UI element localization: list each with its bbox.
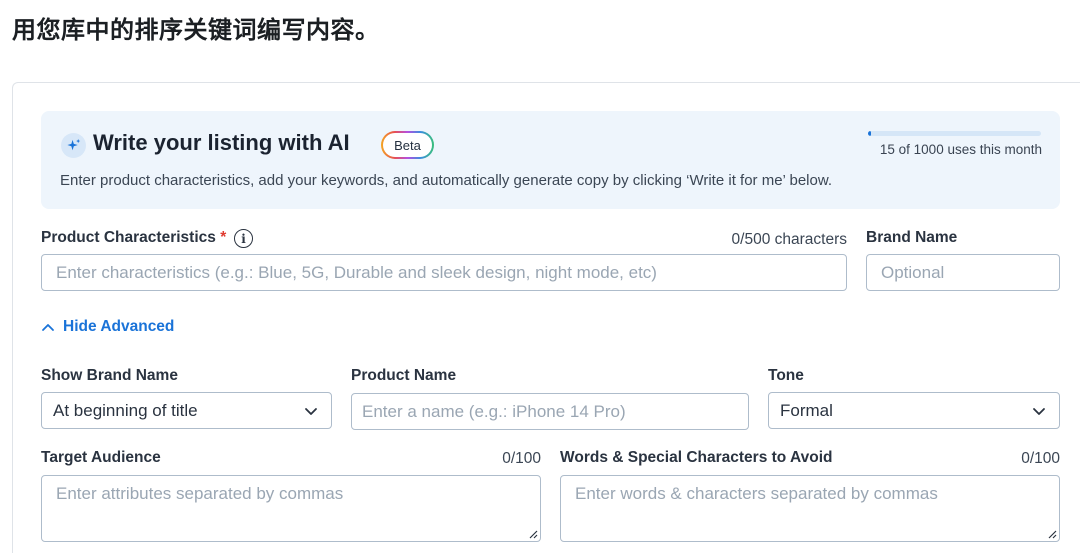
brand-name-input[interactable]: Optional: [866, 254, 1060, 291]
info-icon[interactable]: i: [234, 229, 253, 248]
tone-value: Formal: [780, 400, 833, 420]
show-brand-name-value: At beginning of title: [53, 400, 198, 420]
brand-name-placeholder: Optional: [881, 262, 945, 282]
words-to-avoid-textarea[interactable]: Enter words & characters separated by co…: [560, 475, 1060, 542]
product-name-input[interactable]: Enter a name (e.g.: iPhone 14 Pro): [351, 393, 749, 430]
beta-badge: Beta: [381, 131, 434, 159]
usage-progress-fill: [868, 131, 871, 136]
usage-progress-bar: [868, 131, 1041, 136]
sparkle-icon: [61, 133, 86, 158]
hide-advanced-label: Hide Advanced: [63, 318, 175, 335]
chevron-up-icon: [42, 324, 54, 331]
words-to-avoid-label: Words & Special Characters to Avoid: [560, 449, 833, 466]
ai-banner-description: Enter product characteristics, add your …: [60, 172, 833, 189]
show-brand-name-label: Show Brand Name: [41, 367, 178, 384]
ai-banner-title: Write your listing with AI: [93, 130, 350, 155]
words-to-avoid-counter: 0/100: [1021, 450, 1060, 467]
target-audience-label: Target Audience: [41, 449, 161, 466]
chevron-down-icon: [1033, 408, 1045, 415]
required-mark: *: [220, 229, 227, 246]
beta-badge-label: Beta: [383, 133, 432, 157]
tone-label: Tone: [768, 367, 804, 384]
ai-banner: [41, 111, 1060, 209]
product-name-label: Product Name: [351, 367, 457, 384]
hide-advanced-toggle[interactable]: Hide Advanced: [41, 318, 174, 336]
chevron-down-icon: [305, 408, 317, 415]
product-characteristics-counter: 0/500 characters: [731, 231, 847, 248]
product-name-placeholder: Enter a name (e.g.: iPhone 14 Pro): [362, 401, 626, 421]
tone-select[interactable]: Formal: [768, 392, 1060, 429]
target-audience-counter: 0/100: [502, 450, 541, 467]
target-audience-placeholder: Enter attributes separated by commas: [56, 484, 344, 503]
page-heading: 用您库中的排序关键词编写内容。: [12, 16, 380, 44]
resize-handle-icon[interactable]: [1047, 529, 1057, 539]
product-characteristics-placeholder: Enter characteristics (e.g.: Blue, 5G, D…: [56, 262, 657, 282]
resize-handle-icon[interactable]: [528, 529, 538, 539]
product-characteristics-label: Product Characteristics *: [41, 229, 226, 247]
words-to-avoid-placeholder: Enter words & characters separated by co…: [575, 484, 938, 503]
usage-counter: 15 of 1000 uses this month: [879, 142, 1042, 157]
product-characteristics-label-text: Product Characteristics: [41, 229, 216, 246]
show-brand-name-select[interactable]: At beginning of title: [41, 392, 332, 429]
product-characteristics-input[interactable]: Enter characteristics (e.g.: Blue, 5G, D…: [41, 254, 847, 291]
target-audience-textarea[interactable]: Enter attributes separated by commas: [41, 475, 541, 542]
brand-name-label: Brand Name: [866, 229, 958, 246]
